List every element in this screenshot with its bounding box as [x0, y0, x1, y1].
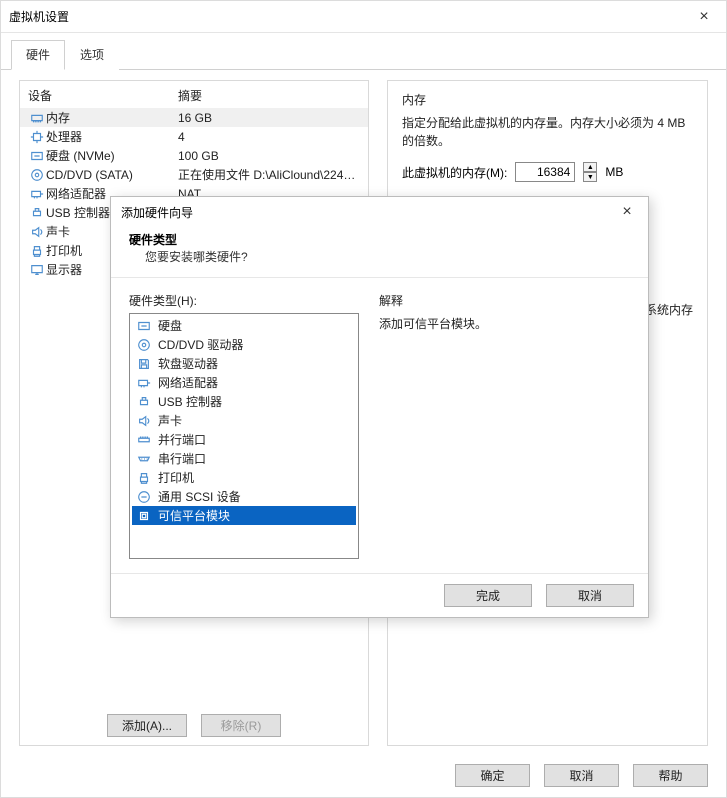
window-title: 虚拟机设置 [9, 8, 69, 25]
printer-icon [136, 471, 152, 485]
memory-unit: MB [605, 165, 623, 179]
disc-icon [136, 338, 152, 352]
hardware-type-item[interactable]: 通用 SCSI 设备 [132, 487, 356, 506]
hardware-type-label: 串行端口 [158, 450, 206, 467]
device-label: 处理器 [46, 128, 178, 145]
device-row[interactable]: 硬盘 (NVMe)100 GB [20, 146, 368, 165]
device-label: CD/DVD (SATA) [46, 168, 178, 182]
hardware-type-item[interactable]: 并行端口 [132, 430, 356, 449]
hardware-type-item[interactable]: 串行端口 [132, 449, 356, 468]
memory-input-row: 此虚拟机的内存(M): ▲ ▼ MB [402, 162, 693, 182]
disc-icon [28, 168, 46, 182]
explanation-label: 解释 [379, 292, 630, 309]
tpm-icon [136, 509, 152, 523]
ok-button[interactable]: 确定 [455, 764, 530, 787]
devices-header: 设备 摘要 [20, 85, 368, 108]
wizard-subheading: 您要安装哪类硬件? [129, 248, 630, 265]
device-summary: 100 GB [178, 149, 362, 163]
remove-device-button: 移除(R) [201, 714, 281, 737]
hardware-type-label: 并行端口 [158, 431, 206, 448]
window-close-button[interactable]: × [682, 1, 726, 33]
close-icon: × [699, 8, 708, 26]
hardware-type-label: 打印机 [158, 469, 194, 486]
tabs: 硬件 选项 [1, 33, 726, 70]
display-icon [28, 263, 46, 277]
serial-icon [136, 452, 152, 466]
nic-icon [28, 187, 46, 201]
explanation-section: 解释 添加可信平台模块。 [379, 292, 630, 559]
disk-icon [28, 149, 46, 163]
cancel-button[interactable]: 取消 [544, 764, 619, 787]
hardware-type-item[interactable]: CD/DVD 驱动器 [132, 335, 356, 354]
title-bar: 虚拟机设置 × [1, 1, 726, 33]
memory-spinner[interactable]: ▲ ▼ [583, 162, 597, 182]
help-button[interactable]: 帮助 [633, 764, 708, 787]
explanation-text: 添加可信平台模块。 [379, 315, 630, 332]
device-row[interactable]: CD/DVD (SATA)正在使用文件 D:\AliClound\224… [20, 165, 368, 184]
memory-field-label: 此虚拟机的内存(M): [402, 164, 507, 181]
main-footer: 确定 取消 帮助 [455, 764, 708, 787]
hardware-type-label: CD/DVD 驱动器 [158, 336, 243, 353]
hardware-type-section: 硬件类型(H): 硬盘 CD/DVD 驱动器软盘驱动器网络适配器 USB 控制器声卡… [129, 292, 359, 559]
wizard-title: 添加硬件向导 [121, 204, 193, 221]
memory-value-input[interactable] [515, 162, 575, 182]
device-panel-buttons: 添加(A)... 移除(R) [19, 714, 369, 737]
sound-icon [28, 225, 46, 239]
spinner-down-icon[interactable]: ▼ [583, 172, 597, 182]
add-device-button[interactable]: 添加(A)... [107, 714, 187, 737]
hardware-type-item[interactable]: 打印机 [132, 468, 356, 487]
memory-heading: 内存 [402, 91, 693, 108]
printer-icon [28, 244, 46, 258]
hardware-type-label: 软盘驱动器 [158, 355, 218, 372]
device-row[interactable]: 内存16 GB [20, 108, 368, 127]
col-device: 设备 [28, 87, 178, 104]
hardware-type-item[interactable]: 软盘驱动器 [132, 354, 356, 373]
device-label: 内存 [46, 109, 178, 126]
device-summary: 4 [178, 130, 362, 144]
hardware-type-item[interactable]: 可信平台模块 [132, 506, 356, 525]
hardware-type-item[interactable]: USB 控制器 [132, 392, 356, 411]
hardware-type-item[interactable]: 硬盘 [132, 316, 356, 335]
spinner-up-icon[interactable]: ▲ [583, 162, 597, 172]
parallel-icon [136, 433, 152, 447]
memory-icon [28, 111, 46, 125]
close-icon: × [622, 203, 631, 221]
wizard-heading: 硬件类型 [129, 231, 630, 248]
hardware-type-list[interactable]: 硬盘 CD/DVD 驱动器软盘驱动器网络适配器 USB 控制器声卡并行端口串行端口打… [129, 313, 359, 559]
hardware-type-label: USB 控制器 [158, 393, 222, 410]
add-hardware-wizard: 添加硬件向导 × 硬件类型 您要安装哪类硬件? 硬件类型(H): 硬盘 CD/DV… [110, 196, 649, 618]
device-summary: 正在使用文件 D:\AliClound\224… [178, 166, 362, 183]
sound-icon [136, 414, 152, 428]
device-label: 硬盘 (NVMe) [46, 147, 178, 164]
wizard-body: 硬件类型(H): 硬盘 CD/DVD 驱动器软盘驱动器网络适配器 USB 控制器声卡… [111, 278, 648, 573]
hardware-type-label: 网络适配器 [158, 374, 218, 391]
tab-options[interactable]: 选项 [65, 40, 119, 70]
wizard-close-button[interactable]: × [606, 197, 648, 227]
device-row[interactable]: 处理器4 [20, 127, 368, 146]
hardware-type-item[interactable]: 网络适配器 [132, 373, 356, 392]
hardware-type-label: 硬盘 [158, 317, 182, 334]
wizard-header: 硬件类型 您要安装哪类硬件? [111, 227, 648, 278]
memory-desc: 指定分配给此虚拟机的内存量。内存大小必须为 4 MB 的倍数。 [402, 114, 693, 150]
scsi-icon [136, 490, 152, 504]
hardware-type-label: 可信平台模块 [158, 507, 230, 524]
hardware-type-label: 声卡 [158, 412, 182, 429]
finish-button[interactable]: 完成 [444, 584, 532, 607]
disk-icon [136, 319, 152, 333]
hardware-type-label: 硬件类型(H): [129, 292, 359, 309]
nic-icon [136, 376, 152, 390]
usb-icon [136, 395, 152, 409]
wizard-cancel-button[interactable]: 取消 [546, 584, 634, 607]
device-summary: 16 GB [178, 111, 362, 125]
usb-icon [28, 206, 46, 220]
hardware-type-item[interactable]: 声卡 [132, 411, 356, 430]
floppy-icon [136, 357, 152, 371]
wizard-footer: 完成 取消 [111, 573, 648, 617]
vm-settings-window: 虚拟机设置 × 硬件 选项 设备 摘要 内存16 GB处理器4硬盘 (NVMe)… [0, 0, 727, 798]
cpu-icon [28, 130, 46, 144]
hardware-type-label: 通用 SCSI 设备 [158, 488, 241, 505]
wizard-title-bar: 添加硬件向导 × [111, 197, 648, 227]
tab-hardware[interactable]: 硬件 [11, 40, 65, 70]
col-summary: 摘要 [178, 87, 362, 104]
